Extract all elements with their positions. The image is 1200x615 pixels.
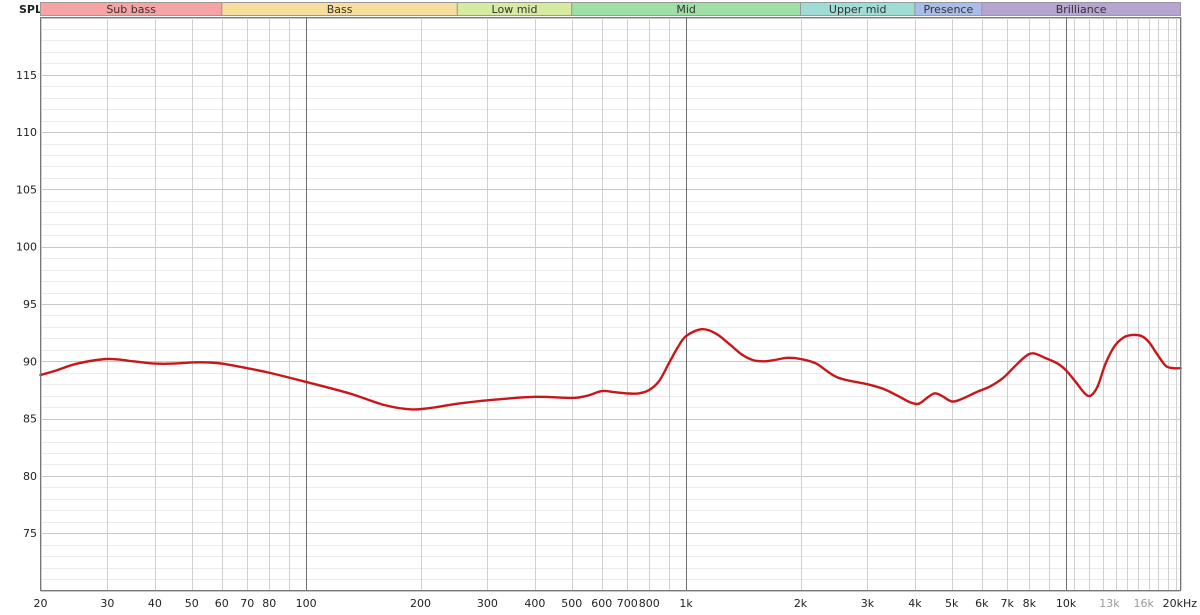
y-tick-label: 85 (23, 413, 37, 426)
y-tick-label: 100 (16, 241, 37, 254)
x-tick-label: 7k (1001, 597, 1015, 610)
x-tick-label: 40 (148, 597, 162, 610)
x-tick-label: 20kHz (1163, 597, 1198, 610)
y-tick-label: 80 (23, 470, 37, 483)
x-tick-label: 2k (794, 597, 808, 610)
x-tick-label: 500 (561, 597, 582, 610)
series-line-1 (39, 327, 1182, 411)
x-tick-label: 70 (240, 597, 254, 610)
x-tick-labels: 20 30 40 50 60 70 80 100 200 300 400 500 600 700 800 1k… (34, 597, 1198, 610)
y-tick-labels: 75 80 85 90 95 100 105 110 115 (16, 69, 37, 540)
x-tick-label: 6k (975, 597, 989, 610)
x-tick-label: 80 (262, 597, 276, 610)
x-tick-label: 300 (477, 597, 498, 610)
band-label: Presence (923, 3, 973, 16)
x-tick-label: 16k (1133, 597, 1154, 610)
x-tick-label: 600 (591, 597, 612, 610)
x-tick-label: 1k (679, 597, 693, 610)
band-label: Sub bass (106, 3, 156, 16)
x-tick-label: 200 (410, 597, 431, 610)
x-tick-label: 20 (34, 597, 48, 610)
y-tick-label: 110 (16, 126, 37, 139)
band-label: Bass (327, 3, 353, 16)
x-tick-label: 8k (1023, 597, 1037, 610)
y-tick-label: 90 (23, 355, 37, 368)
x-tick-label: 13k (1099, 597, 1120, 610)
x-tick-label: 5k (945, 597, 959, 610)
grid-lines (40, 17, 1182, 592)
x-tick-label: 10k (1056, 597, 1077, 610)
band-label: Low mid (492, 3, 538, 16)
x-tick-label: 800 (639, 597, 660, 610)
x-tick-label: 30 (100, 597, 114, 610)
frequency-response-chart: SPL Sub bass Bass Low mid Mid Upper mid Prese… (16, 2, 1198, 610)
y-tick-label: 75 (23, 527, 37, 540)
x-tick-label: 4k (908, 597, 922, 610)
y-tick-label: 95 (23, 298, 37, 311)
y-axis-title: SPL (19, 3, 42, 16)
x-tick-label: 3k (861, 597, 875, 610)
frequency-bands: Sub bass Bass Low mid Mid Upper mid Presence B… (40, 2, 1182, 16)
x-tick-label: 400 (524, 597, 545, 610)
series-layer (39, 327, 1182, 411)
x-tick-label: 50 (185, 597, 199, 610)
band-label: Brilliance (1056, 3, 1107, 16)
x-tick-label: 60 (215, 597, 229, 610)
band-label: Upper mid (829, 3, 887, 16)
band-label: Mid (676, 3, 696, 16)
x-tick-label: 700 (617, 597, 638, 610)
y-tick-label: 115 (16, 69, 37, 82)
x-tick-label: 100 (296, 597, 317, 610)
y-tick-label: 105 (16, 183, 37, 196)
